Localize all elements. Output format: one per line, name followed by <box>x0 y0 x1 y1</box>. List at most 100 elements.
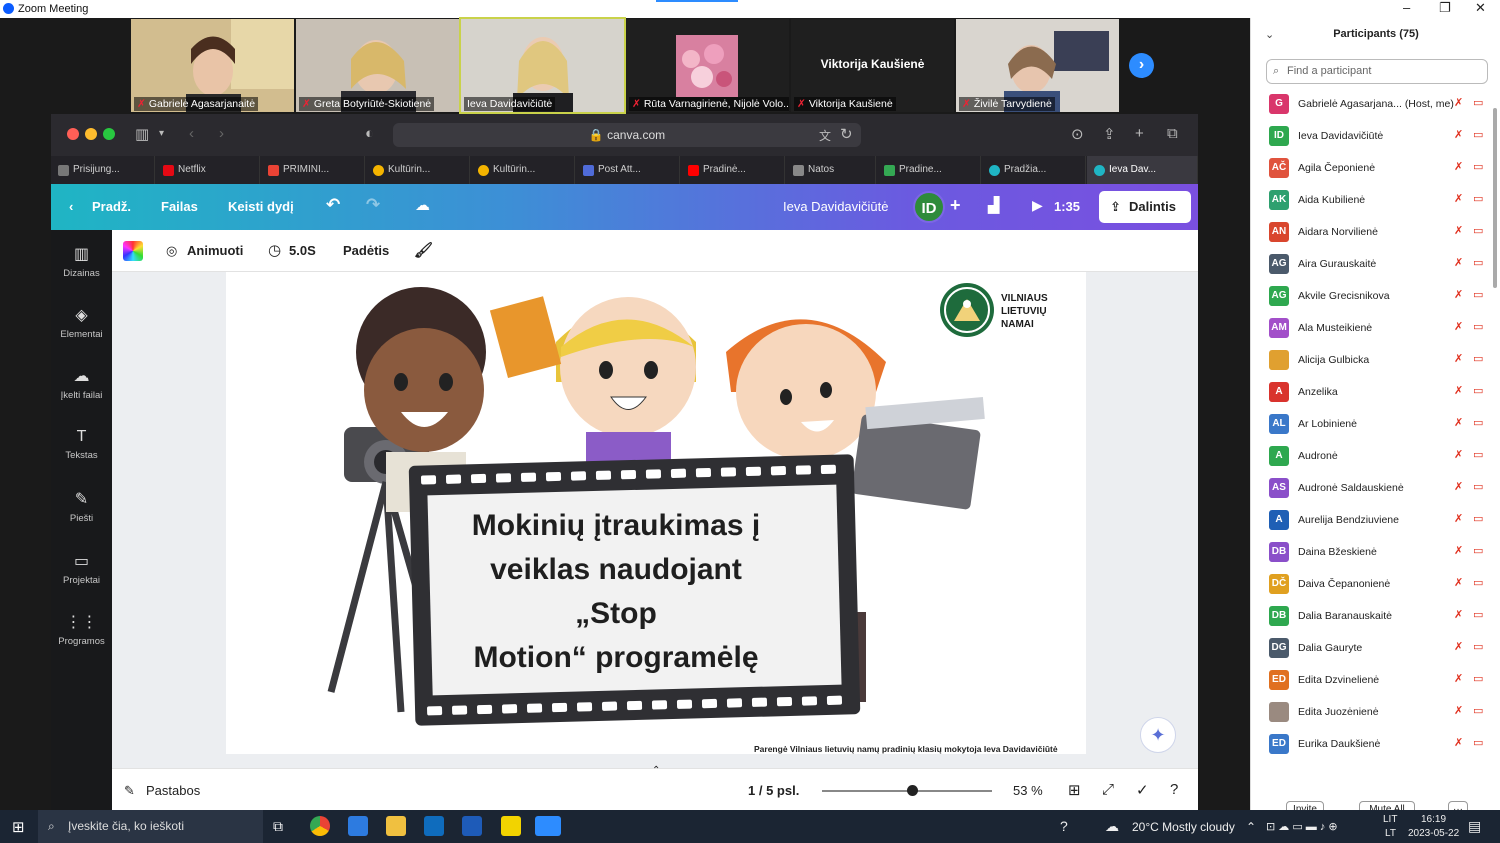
back-chevron-icon[interactable]: ‹ <box>69 199 73 214</box>
participant-row[interactable]: AS Audronė Saldauskienė ✗ ▭ <box>1251 472 1496 504</box>
tabs-overview-icon[interactable]: ⧉ <box>1167 125 1178 142</box>
video-off-icon[interactable]: ▭ <box>1473 448 1483 461</box>
browser-tab[interactable]: PRIMINI... <box>261 156 365 184</box>
mic-muted-icon[interactable]: ✗ <box>1454 160 1463 173</box>
position-button[interactable]: Padėtis <box>343 243 389 258</box>
video-off-icon[interactable]: ▭ <box>1473 96 1483 109</box>
minimize-icon[interactable]: – <box>1403 0 1410 16</box>
language-top[interactable]: LIT <box>1383 814 1397 825</box>
participant-row[interactable]: DB Daina Bžeskienė ✗ ▭ <box>1251 536 1496 568</box>
mic-muted-icon[interactable]: ✗ <box>1454 480 1463 493</box>
clock-date[interactable]: 2023-05-22 <box>1408 828 1459 839</box>
sidebar-item-elements[interactable]: ◈ Elementai <box>51 305 112 340</box>
tray-icons[interactable]: ⊡ ☁ ▭ ▬ ♪ ⊕ <box>1266 820 1338 833</box>
browser-tab[interactable]: Pradžia... <box>982 156 1086 184</box>
presentation-timer[interactable]: 1:35 <box>1054 199 1080 214</box>
participant-row[interactable]: ID Ieva Davidavičiūtė ✗ ▭ <box>1251 120 1496 152</box>
file-explorer-icon[interactable] <box>386 816 406 836</box>
participant-row[interactable]: A Audronė ✗ ▭ <box>1251 440 1496 472</box>
slide-page[interactable]: VILNIAUS LIETUVIŲ NAMAI Mokinių įtraukim… <box>226 272 1086 754</box>
video-off-icon[interactable]: ▭ <box>1473 128 1483 141</box>
minimize-window-icon[interactable] <box>85 128 97 140</box>
mic-muted-icon[interactable]: ✗ <box>1454 416 1463 429</box>
participant-row[interactable]: DB Dalia Baranauskaitė ✗ ▭ <box>1251 600 1496 632</box>
browser-tab[interactable]: Pradinė... <box>681 156 785 184</box>
participant-row[interactable]: ED Edita Dzvinelienė ✗ ▭ <box>1251 664 1496 696</box>
clock-icon[interactable]: ◷ <box>268 241 281 259</box>
sidebar-item-draw[interactable]: ✎ Piešti <box>51 489 112 524</box>
mic-muted-icon[interactable]: ✗ <box>1454 736 1463 749</box>
zoom-slider-thumb[interactable] <box>907 785 919 796</box>
duration-button[interactable]: 5.0S <box>289 243 316 258</box>
help-icon[interactable]: ? <box>1060 818 1068 834</box>
video-off-icon[interactable]: ▭ <box>1473 352 1483 365</box>
participant-row[interactable]: AČ Agila Čeponienė ✗ ▭ <box>1251 152 1496 184</box>
sidebar-item-projects[interactable]: ▭ Projektai <box>51 551 112 586</box>
share-button[interactable]: ⇪ Dalintis <box>1099 191 1191 223</box>
close-window-icon[interactable] <box>67 128 79 140</box>
video-off-icon[interactable]: ▭ <box>1473 608 1483 621</box>
resize-button[interactable]: Keisti dydį <box>228 199 294 214</box>
participant-row[interactable]: Edita Juozėnienė ✗ ▭ <box>1251 696 1496 728</box>
video-tile[interactable]: ✗ Živilė Tarvydienė <box>956 19 1119 112</box>
color-picker-icon[interactable] <box>123 241 143 261</box>
video-off-icon[interactable]: ▭ <box>1473 256 1483 269</box>
participant-row[interactable]: ED Eurika Daukšienė ✗ ▭ <box>1251 728 1496 760</box>
video-off-icon[interactable]: ▭ <box>1473 416 1483 429</box>
animate-button[interactable]: Animuoti <box>187 243 243 258</box>
tray-chevron-up-icon[interactable]: ⌃ <box>1246 820 1256 834</box>
participant-row[interactable]: AN Aidara Norvilienė ✗ ▭ <box>1251 216 1496 248</box>
participant-row[interactable]: AG Aira Gurauskaitė ✗ ▭ <box>1251 248 1496 280</box>
video-off-icon[interactable]: ▭ <box>1473 672 1483 685</box>
next-page-arrow-icon[interactable]: › <box>1129 53 1154 78</box>
task-view-icon[interactable]: ⧉ <box>273 818 283 835</box>
new-tab-plus-icon[interactable]: + <box>1135 125 1144 142</box>
participant-row[interactable]: AL Ar Lobinienė ✗ ▭ <box>1251 408 1496 440</box>
mail-icon[interactable] <box>424 816 444 836</box>
participant-row[interactable]: AK Aida Kubilienė ✗ ▭ <box>1251 184 1496 216</box>
mic-muted-icon[interactable]: ✗ <box>1454 448 1463 461</box>
mic-muted-icon[interactable]: ✗ <box>1454 192 1463 205</box>
video-off-icon[interactable]: ▭ <box>1473 192 1483 205</box>
video-off-icon[interactable]: ▭ <box>1473 384 1483 397</box>
maximize-icon[interactable]: ❐ <box>1439 0 1451 16</box>
sticky-notes-icon[interactable] <box>501 816 521 836</box>
notifications-icon[interactable]: ▤ <box>1468 818 1481 835</box>
expand-chevron-up-icon[interactable]: ⌃ <box>652 765 660 776</box>
present-play-icon[interactable]: ▶ <box>1032 197 1043 214</box>
store-icon[interactable] <box>348 816 368 836</box>
sidebar-toggle-icon[interactable]: ▥ <box>135 125 149 143</box>
browser-tab[interactable]: Natos <box>786 156 876 184</box>
download-icon[interactable]: ⊙ <box>1071 125 1084 143</box>
clock-time[interactable]: 16:19 <box>1421 814 1446 825</box>
shield-icon[interactable]: ◐ <box>365 125 374 142</box>
mic-muted-icon[interactable]: ✗ <box>1454 256 1463 269</box>
mic-muted-icon[interactable]: ✗ <box>1454 224 1463 237</box>
video-off-icon[interactable]: ▭ <box>1473 288 1483 301</box>
video-tile[interactable]: ✗ Greta Botyriūtė-Skiotienė <box>296 19 459 112</box>
browser-tab[interactable]: Kultūrin... <box>366 156 470 184</box>
mic-muted-icon[interactable]: ✗ <box>1454 128 1463 141</box>
weather-cloud-icon[interactable]: ☁ <box>1105 818 1119 835</box>
zoom-level[interactable]: 53 % <box>1013 783 1043 798</box>
mic-muted-icon[interactable]: ✗ <box>1454 352 1463 365</box>
browser-tab[interactable]: Kultūrin... <box>471 156 575 184</box>
redo-icon[interactable]: ↷ <box>366 195 380 215</box>
cloud-saved-icon[interactable]: ☁ <box>415 196 430 214</box>
zoom-window-icon[interactable] <box>103 128 115 140</box>
add-collaborator-plus-icon[interactable]: + <box>950 195 961 216</box>
zoom-app-icon[interactable] <box>535 816 561 836</box>
browser-tab-active[interactable]: Ieva Dav... <box>1087 156 1198 184</box>
participant-row[interactable]: AG Akvile Grecisnikova ✗ ▭ <box>1251 280 1496 312</box>
participant-row[interactable]: Alicija Gulbicka ✗ ▭ <box>1251 344 1496 376</box>
video-off-icon[interactable]: ▭ <box>1473 320 1483 333</box>
participant-row[interactable]: A Anzelika ✗ ▭ <box>1251 376 1496 408</box>
participant-row[interactable]: G Gabrielė Agasarjana... (Host, me) ✗ ▭ <box>1251 88 1496 120</box>
browser-tab[interactable]: Netflix <box>156 156 260 184</box>
notes-button[interactable]: Pastabos <box>146 783 200 798</box>
magic-sparkle-icon[interactable]: ✦ <box>1140 717 1176 753</box>
forward-arrow-icon[interactable]: › <box>219 125 224 142</box>
browser-tab[interactable]: Prisijung... <box>51 156 155 184</box>
participant-row[interactable]: DG Dalia Gauryte ✗ ▭ <box>1251 632 1496 664</box>
close-icon[interactable]: ✕ <box>1475 0 1486 16</box>
